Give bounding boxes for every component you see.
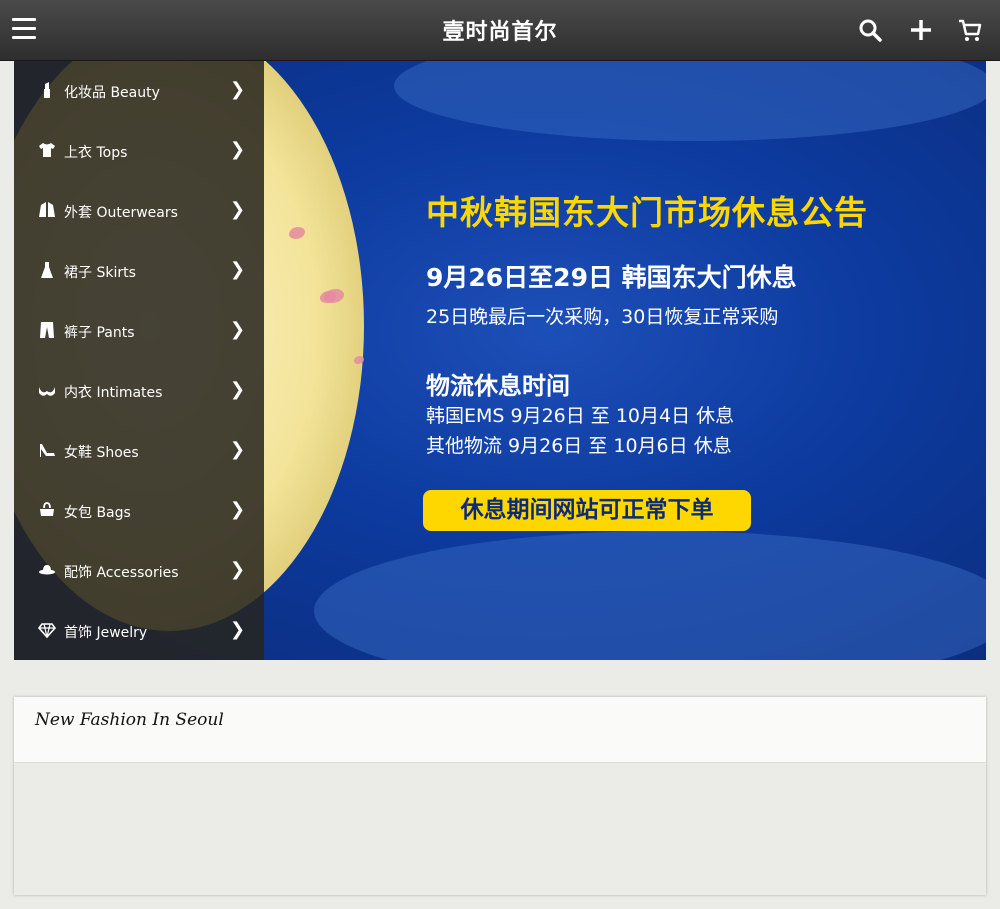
sidebar-item-jewelry[interactable]: 首饰 Jewelry ❯ — [14, 601, 264, 661]
sidebar-item-tops[interactable]: 上衣 Tops ❯ — [14, 121, 264, 181]
new-fashion-section: New Fashion In Seoul — [14, 697, 986, 895]
sidebar-item-accessories[interactable]: 配饰 Accessories ❯ — [14, 541, 264, 601]
sidebar-item-bags[interactable]: 女包 Bags ❯ — [14, 481, 264, 541]
chevron-right-icon: ❯ — [230, 619, 246, 640]
sidebar-item-shoes[interactable]: 女鞋 Shoes ❯ — [14, 421, 264, 481]
sidebar-item-intimates[interactable]: 内衣 Intimates ❯ — [14, 361, 264, 421]
sidebar-item-label: 内衣 Intimates — [64, 385, 163, 401]
chevron-right-icon: ❯ — [230, 139, 246, 160]
banner-ems-dates: 韩国EMS 9月26日 至 10月4日 休息 — [426, 405, 735, 427]
lipstick-icon — [38, 81, 56, 99]
menu-icon[interactable] — [12, 18, 36, 40]
chevron-right-icon: ❯ — [230, 379, 246, 400]
jacket-icon — [38, 201, 56, 219]
sidebar-item-skirts[interactable]: 裙子 Skirts ❯ — [14, 241, 264, 301]
sidebar-item-label: 外套 Outerwears — [64, 205, 178, 221]
chevron-right-icon: ❯ — [230, 439, 246, 460]
banner-title: 中秋韩国东大门市场休息公告 — [426, 193, 868, 232]
sidebar-item-label: 上衣 Tops — [64, 145, 128, 161]
chevron-right-icon: ❯ — [230, 319, 246, 340]
banner-logistics-title: 物流休息时间 — [426, 372, 570, 400]
hat-icon — [38, 561, 56, 579]
chevron-right-icon: ❯ — [230, 199, 246, 220]
bag-icon — [38, 501, 56, 519]
pants-icon — [38, 321, 56, 339]
search-icon[interactable] — [858, 18, 882, 42]
tshirt-icon — [38, 141, 56, 159]
chevron-right-icon: ❯ — [230, 499, 246, 520]
sidebar-item-label: 配饰 Accessories — [64, 565, 179, 581]
sidebar-item-label: 化妆品 Beauty — [64, 85, 160, 101]
top-bar: 壹时尚首尔 — [0, 0, 1000, 61]
sidebar-item-outerwears[interactable]: 外套 Outerwears ❯ — [14, 181, 264, 241]
cloud-graphic — [394, 61, 986, 141]
sidebar-item-label: 裤子 Pants — [64, 325, 135, 341]
cloud-graphic — [314, 531, 986, 660]
sidebar-item-label: 裙子 Skirts — [64, 265, 136, 281]
diamond-icon — [37, 621, 57, 639]
sidebar-item-pants[interactable]: 裤子 Pants ❯ — [14, 301, 264, 361]
sidebar-item-label: 首饰 Jewelry — [64, 625, 148, 641]
heel-icon — [38, 441, 56, 459]
section-header: New Fashion In Seoul — [14, 697, 986, 763]
sidebar-item-label: 女包 Bags — [64, 505, 131, 521]
chevron-right-icon: ❯ — [230, 79, 246, 100]
banner-other-dates: 其他物流 9月26日 至 10月6日 休息 — [426, 435, 732, 457]
chevron-right-icon: ❯ — [230, 259, 246, 280]
banner-resume-note: 25日晚最后一次采购，30日恢复正常采购 — [426, 306, 779, 328]
bra-icon — [38, 381, 56, 399]
chevron-right-icon: ❯ — [230, 559, 246, 580]
sidebar-item-label: 女鞋 Shoes — [64, 445, 139, 461]
brand-logo[interactable]: 壹时尚首尔 — [0, 14, 1000, 46]
dress-icon — [38, 261, 56, 279]
sidebar-item-beauty[interactable]: 化妆品 Beauty ❯ — [14, 61, 264, 121]
plus-icon[interactable] — [909, 18, 933, 42]
banner-closed-dates: 9月26日至29日 韩国东大门休息 — [426, 263, 797, 292]
cart-icon[interactable] — [958, 18, 982, 42]
category-sidebar: 化妆品 Beauty ❯ 上衣 Tops ❯ 外套 Outerwears ❯ 裙… — [14, 61, 264, 660]
section-title: New Fashion In Seoul — [35, 710, 224, 730]
banner-order-badge: 休息期间网站可正常下单 — [423, 490, 751, 531]
